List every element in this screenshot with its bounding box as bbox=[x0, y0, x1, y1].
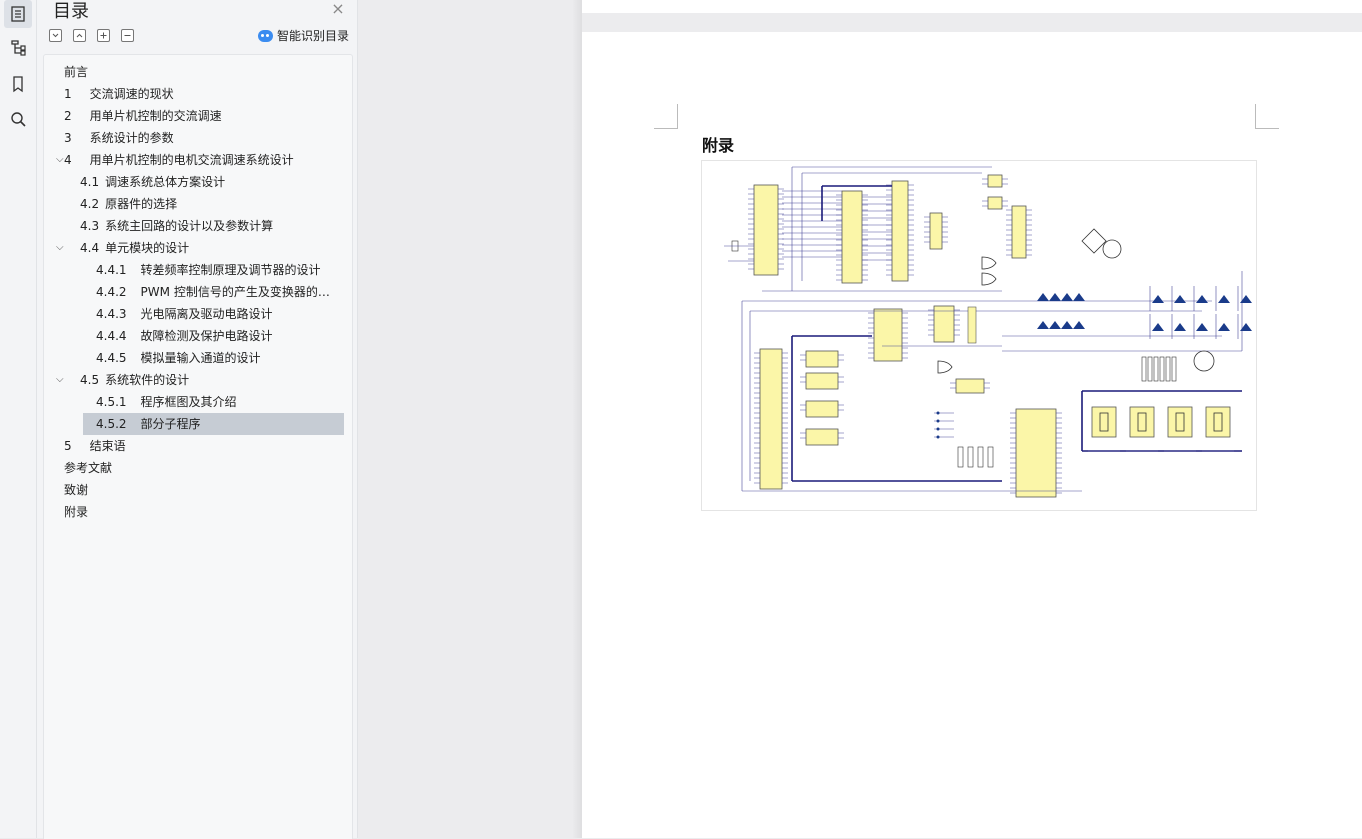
toc-item-label: 模拟量输入通道的设计 bbox=[140, 351, 261, 365]
toc-item-number: 4.4.4 bbox=[96, 329, 127, 343]
expand-up-icon[interactable] bbox=[73, 29, 86, 42]
toc-item[interactable]: 前言 bbox=[44, 61, 344, 83]
toc-item-label: 附录 bbox=[64, 505, 89, 519]
circuit-schematic-image bbox=[701, 160, 1257, 511]
toc-item-number: 4.4 bbox=[80, 241, 100, 255]
toc-item-number: 4.5.2 bbox=[96, 417, 127, 431]
toc-item-label: 参考文献 bbox=[64, 461, 113, 475]
toc-list: 前言 1 交流调速的现状 2 用单片机控制的交流调速 3 系统设计的参数 ⌵ 4 用单片机控制的电… bbox=[43, 54, 353, 839]
toc-item-label: 致谢 bbox=[64, 483, 89, 497]
toc-item[interactable]: 参考文献 bbox=[44, 457, 344, 479]
toc-item-number: 4 bbox=[64, 153, 72, 167]
toc-item-label: 系统主回路的设计以及参数计算 bbox=[105, 219, 274, 233]
bookmark-icon[interactable] bbox=[4, 70, 32, 98]
toc-item-number: 4.4.2 bbox=[96, 285, 127, 299]
toc-item-label: 部分子程序 bbox=[140, 417, 201, 431]
toc-item[interactable]: 4.2 原器件的选择 bbox=[44, 193, 344, 215]
toc-item-number: 4.3 bbox=[80, 219, 100, 233]
collapse-all-icon[interactable] bbox=[49, 29, 62, 42]
toc-item-label: 用单片机控制的交流调速 bbox=[89, 109, 222, 123]
toc-item-label: 结束语 bbox=[89, 439, 126, 453]
toc-item-number: 4.4.3 bbox=[96, 307, 127, 321]
toc-item[interactable]: 附录 bbox=[44, 501, 344, 523]
appendix-heading: 附录 bbox=[702, 136, 735, 155]
toc-item-number: 5 bbox=[64, 439, 72, 453]
toc-item-number: 4.5.1 bbox=[96, 395, 127, 409]
toc-item-label: 程序框图及其介绍 bbox=[140, 395, 237, 409]
toc-item-label: 调速系统总体方案设计 bbox=[105, 175, 226, 189]
toc-item[interactable]: ⌵ 4 用单片机控制的电机交流调速系统设计 bbox=[44, 149, 344, 171]
toc-item-label: 系统软件的设计 bbox=[105, 373, 190, 387]
toc-item[interactable]: ⌵ 4.5 系统软件的设计 bbox=[44, 369, 344, 391]
smart-ai-icon bbox=[257, 29, 273, 42]
toc-item[interactable]: 4.4.2 PWM 控制信号的产生及变换器的设计 bbox=[44, 281, 344, 303]
toc-title: 目录 bbox=[53, 1, 89, 22]
toc-icon[interactable] bbox=[4, 0, 32, 28]
toc-item-number: 4.4.1 bbox=[96, 263, 127, 277]
toc-item-label: 用单片机控制的电机交流调速系统设计 bbox=[89, 153, 294, 167]
toc-item-number: 4.5 bbox=[80, 373, 100, 387]
toc-item[interactable]: 5 结束语 bbox=[44, 435, 344, 457]
toc-item-number: 2 bbox=[64, 109, 72, 123]
toc-item[interactable]: 致谢 bbox=[44, 479, 344, 501]
toc-item[interactable]: 4.4.5 模拟量输入通道的设计 bbox=[44, 347, 344, 369]
add-entry-icon[interactable] bbox=[97, 29, 110, 42]
toc-item[interactable]: 4.5.2 部分子程序 bbox=[44, 413, 344, 435]
toc-item[interactable]: 4.4.4 故障检测及保护电路设计 bbox=[44, 325, 344, 347]
chevron-down-icon[interactable]: ⌵ bbox=[56, 369, 68, 391]
toc-item[interactable]: 3 系统设计的参数 bbox=[44, 127, 344, 149]
toc-item-label: PWM 控制信号的产生及变换器的设计 bbox=[140, 285, 336, 299]
icon-rail bbox=[0, 0, 37, 838]
toc-item[interactable]: ⌵ 4.4 单元模块的设计 bbox=[44, 237, 344, 259]
document-page: 附录 bbox=[582, 32, 1362, 838]
toc-item-label: 转差频率控制原理及调节器的设计 bbox=[140, 263, 321, 277]
toc-item[interactable]: 4.5.1 程序框图及其介绍 bbox=[44, 391, 344, 413]
smart-toc-button[interactable]: 智能识别目录 bbox=[257, 27, 349, 44]
chevron-down-icon[interactable]: ⌵ bbox=[56, 237, 68, 259]
toc-item-number: 4.4.5 bbox=[96, 351, 127, 365]
smart-toc-label: 智能识别目录 bbox=[276, 29, 349, 43]
toc-item[interactable]: 2 用单片机控制的交流调速 bbox=[44, 105, 344, 127]
structure-icon[interactable] bbox=[4, 33, 32, 61]
toc-item-number: 4.1 bbox=[80, 175, 100, 189]
document-area: 附录 bbox=[358, 0, 1362, 838]
toc-item-label: 光电隔离及驱动电路设计 bbox=[140, 307, 273, 321]
remove-entry-icon[interactable] bbox=[121, 29, 134, 42]
toc-item-label: 单元模块的设计 bbox=[105, 241, 190, 255]
toc-item-number: 1 bbox=[64, 87, 72, 101]
toc-item[interactable]: 4.4.1 转差频率控制原理及调节器的设计 bbox=[44, 259, 344, 281]
close-icon[interactable]: × bbox=[329, 0, 347, 18]
toc-item-label: 原器件的选择 bbox=[105, 197, 178, 211]
previous-page bbox=[582, 0, 1362, 13]
toc-item-label: 故障检测及保护电路设计 bbox=[140, 329, 273, 343]
toc-item-number: 4.2 bbox=[80, 197, 100, 211]
toc-item-label: 系统设计的参数 bbox=[89, 131, 174, 145]
toc-item[interactable]: 4.1 调速系统总体方案设计 bbox=[44, 171, 344, 193]
toc-item[interactable]: 4.3 系统主回路的设计以及参数计算 bbox=[44, 215, 344, 237]
search-icon[interactable] bbox=[4, 105, 32, 133]
toc-panel: 目录 × 智能识别目录 前言 1 交流调速的现状 2 用单片机控制的交流调速 3 系统设计的… bbox=[37, 0, 358, 839]
toc-item-number: 3 bbox=[64, 131, 72, 145]
toc-item[interactable]: 4.4.3 光电隔离及驱动电路设计 bbox=[44, 303, 344, 325]
toc-item-label: 前言 bbox=[64, 65, 89, 79]
toc-item-label: 交流调速的现状 bbox=[89, 87, 174, 101]
toc-item[interactable]: 1 交流调速的现状 bbox=[44, 83, 344, 105]
